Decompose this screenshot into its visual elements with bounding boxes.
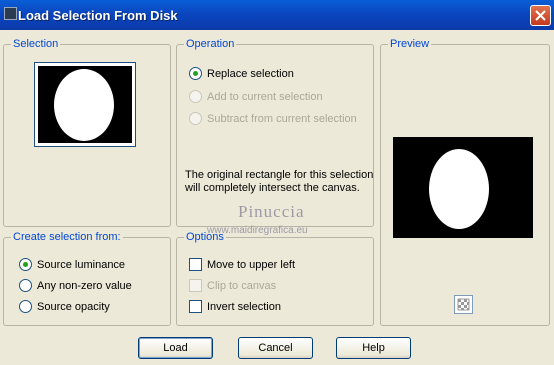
close-icon (535, 10, 546, 21)
watermark-name: Pinuccia (238, 202, 305, 221)
radio-add (189, 90, 202, 103)
radio-non-zero[interactable] (19, 279, 32, 292)
preview-shape (429, 149, 489, 229)
operation-group: Operation Replace selection Add to curre… (176, 37, 374, 227)
preview-group-label: Preview (388, 37, 432, 51)
transparency-icon[interactable] (454, 295, 473, 314)
check-move-upper-left[interactable] (189, 258, 202, 271)
selection-shape (54, 69, 114, 141)
load-button[interactable]: Load (138, 337, 213, 359)
cancel-button[interactable]: Cancel (238, 337, 313, 359)
check-clip-canvas (189, 279, 202, 292)
intersection-note: The original rectangle for this selectio… (185, 169, 374, 194)
options-group: Options Move to upper left Clip to canva… (176, 230, 374, 326)
window-title: Load Selection From Disk (18, 8, 178, 23)
radio-replace[interactable] (189, 67, 202, 80)
selection-group-label: Selection (11, 37, 61, 51)
radio-opacity[interactable] (19, 300, 32, 313)
create-selection-group: Create selection from: Source luminance … (3, 230, 171, 326)
create-selection-group-label: Create selection from: (11, 230, 123, 244)
app-icon (4, 7, 17, 20)
preview-image (393, 137, 533, 238)
operation-group-label: Operation (184, 37, 237, 51)
dialog-window: Load Selection From Disk Selection Opera… (0, 0, 554, 365)
check-invert[interactable] (189, 300, 202, 313)
radio-luminance[interactable] (19, 258, 32, 271)
close-button[interactable] (530, 5, 551, 26)
help-button[interactable]: Help (336, 337, 411, 359)
title-bar[interactable]: Load Selection From Disk (0, 0, 554, 30)
radio-subtract (189, 112, 202, 125)
watermark-url: www.maidiregrafica.eu (207, 225, 308, 236)
selection-thumbnail[interactable] (34, 62, 136, 147)
